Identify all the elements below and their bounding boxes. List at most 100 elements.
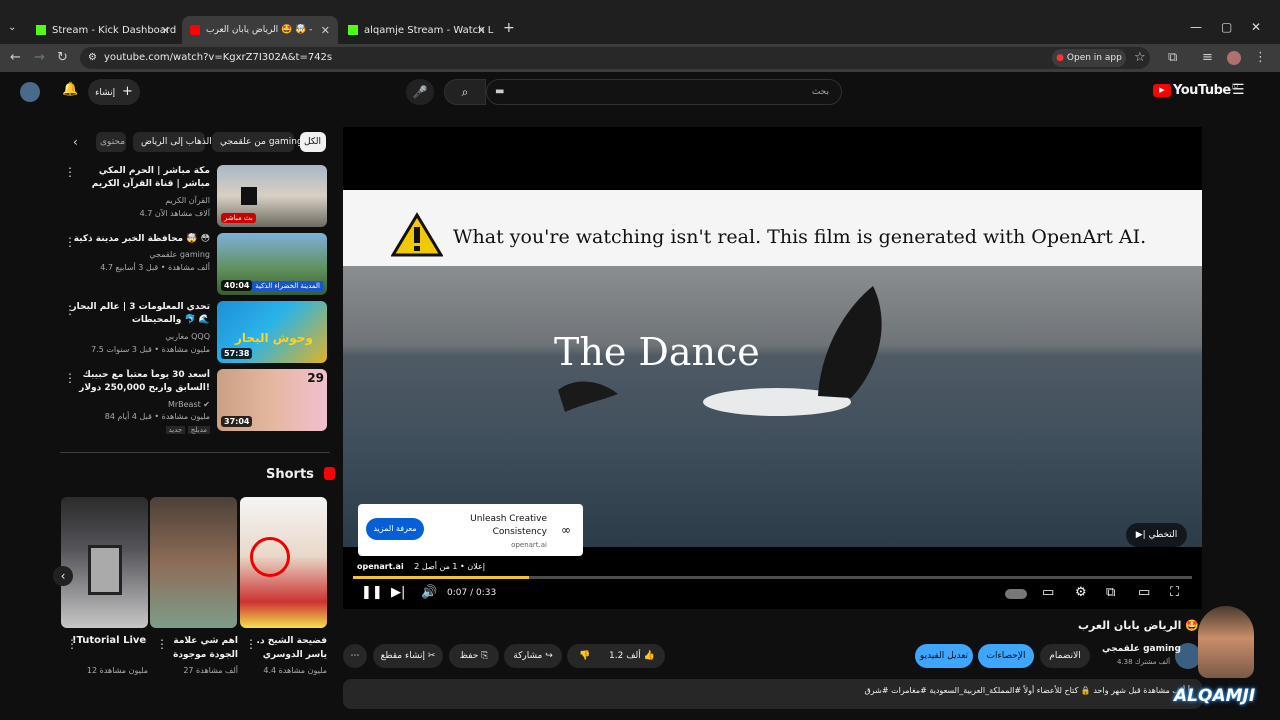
video-title: تحدي المعلومات 3 | عالم البحار والمحيطات… [71,302,210,325]
description-box[interactable]: أ ألف مشاهدة قبل شهر واحد 🔒 كتاح للأعضاء… [343,679,1202,709]
shorts-prev-icon[interactable]: ‹ [53,566,73,586]
channel-row: MrBeast ✔ [70,399,210,410]
save-button[interactable]: حفظ ⎘ [449,644,499,668]
skip-ad-button[interactable]: ▶| التخطي [1126,523,1187,547]
ad-domain-text[interactable]: openart.ai [357,562,404,571]
close-icon[interactable]: ✕ [321,24,330,37]
volume-icon[interactable]: 🔊 [421,585,437,600]
subscriber-count: 4.38 ألف مشترك [1117,658,1171,666]
skip-icon: ▶| [1135,530,1146,540]
shorts-heading: Shorts [266,467,336,482]
like-icon: 👍 [643,651,655,661]
scissors-icon: ✂ [427,651,436,661]
url-field[interactable]: ⚙ youtube.com/watch?v=KgxrZ7I302A&t=742s [80,47,1150,69]
video-thumbnail[interactable]: وحوش البحار 57:38 [217,301,327,363]
media-icon[interactable]: ≡ [1202,50,1213,65]
back-icon[interactable]: ← [10,50,21,65]
like-button[interactable]: 1.2 ألف 👍 [609,644,655,668]
short-thumbnail[interactable] [240,497,327,628]
youtube-logo[interactable]: ▶ YouTube JO [1153,83,1238,98]
share-label: مشاركة [513,651,543,661]
more-actions-button[interactable]: ⋯ [343,644,367,668]
ad-card[interactable]: معرفة المزيد Unleash Creative Consistenc… [358,504,583,556]
dislike-icon[interactable]: 👎 [579,644,590,668]
profile-avatar[interactable] [1227,51,1241,65]
new-tab-icon[interactable]: + [503,20,515,36]
autoplay-toggle[interactable] [1005,589,1027,599]
search-input[interactable]: بحث ▬ [486,79,842,105]
extensions-icon[interactable]: ⧉ [1168,50,1177,65]
pause-icon[interactable]: ❚❚ [361,585,383,600]
live-badge: بث مباشر [221,213,256,223]
kick-icon [348,25,358,35]
short-thumbnail[interactable] [61,497,148,628]
join-button[interactable]: الانضمام [1040,644,1090,668]
subtitles-icon[interactable]: ▭ [1042,585,1054,600]
more-horizontal-icon: ⋯ [350,651,360,661]
short-thumbnail[interactable] [150,497,237,628]
create-button[interactable]: إنشاء + [88,79,140,105]
video-meta: 84 مليون مشاهدة • قبل 4 أيام [104,412,210,421]
chip-label: الذهاب إلى الرياض [141,137,212,147]
tab-youtube[interactable]: الرياض يابان العرب 🤩 🤯 - ✕ [182,16,338,44]
chip-label: الكل [304,137,322,147]
description-meta: أ ألف مشاهدة قبل شهر واحد 🔒 كتاح للأعضاء… [864,686,1191,695]
chip-all[interactable]: الكل [300,132,326,152]
close-icon[interactable]: ✕ [161,24,170,37]
ai-warning-banner: What you're watching isn't real. This fi… [343,190,1202,266]
search-button[interactable]: ⌕ [444,79,486,105]
miniplayer-icon[interactable]: ⧉ [1106,585,1115,600]
fullscreen-icon[interactable]: ⛶ [1170,585,1179,600]
guide-menu-icon[interactable]: ☰ [1232,82,1245,98]
minimize-icon[interactable]: — [1190,20,1202,34]
close-window-icon[interactable]: ✕ [1251,20,1261,34]
settings-gear-icon[interactable]: ⚙ [1075,585,1087,600]
chevron-left-icon[interactable]: ‹ [73,135,78,149]
notifications-bell-icon[interactable]: 🔔 [62,82,78,97]
related-video[interactable]: المدينة الخضراء الذكية 40:04 ⋮ محافظة ال… [60,233,330,297]
save-label: حفظ [459,651,479,661]
site-info-icon[interactable]: ⚙ [88,47,97,69]
kick-icon [36,25,46,35]
search-icon: ⌕ [461,85,469,99]
tab-alqamje[interactable]: alqamje Stream - Watch Live o ✕ [340,18,494,42]
keyboard-icon[interactable]: ▬ [495,80,504,104]
forward-icon[interactable]: → [34,50,45,65]
browser-menu-icon[interactable]: ⋮ [1254,50,1267,65]
voice-search-button[interactable]: 🎤 [406,79,434,105]
skip-label: التخطي [1148,530,1178,540]
video-thumbnail[interactable]: المدينة الخضراء الذكية 40:04 [217,233,327,295]
reload-icon[interactable]: ↻ [57,50,68,65]
bookmark-star-icon[interactable]: ☆ [1134,50,1146,65]
streamer-watermark: ALQAMJI [1170,600,1280,720]
tab-kick[interactable]: Stream - Kick Dashboard ✕ [28,18,178,42]
video-title: أسعد 30 يوماً معتباً مع حبيبك السابق وار… [79,370,210,393]
edit-video-button[interactable]: تعديل الفيديو [915,644,973,668]
open-in-app-button[interactable]: ● Open in app [1052,49,1126,67]
tab-search-icon[interactable]: ⌄ [8,22,16,33]
next-icon[interactable]: ▶| [391,585,405,600]
video-player[interactable]: What you're watching isn't real. This fi… [343,127,1202,609]
progress-bar[interactable] [353,576,1192,579]
short-views: 12 مليون مشاهدة [86,666,148,675]
close-icon[interactable]: ✕ [477,24,486,37]
related-video[interactable]: 29 37:04 ⋮ أسعد 30 يوماً معتباً مع حبيبك… [60,369,330,434]
related-video[interactable]: وحوش البحار 57:38 ⋮ تحدي المعلومات 3 | ع… [60,301,330,365]
video-thumbnail[interactable]: بث مباشر [217,165,327,227]
video-frame[interactable]: What you're watching isn't real. This fi… [343,190,1202,547]
chip-riyadh[interactable]: الذهاب إلى الرياض [133,132,212,152]
theater-mode-icon[interactable]: ▭ [1138,585,1150,600]
chip-from-channel[interactable]: من علقمجي gaming [212,132,303,152]
video-thumbnail[interactable]: 29 37:04 [217,369,327,431]
streamer-avatar-shape [1198,606,1254,678]
clip-button[interactable]: إنشاء مقطع ✂ [373,644,443,668]
share-button[interactable]: مشاركة ↪ [504,644,562,668]
analytics-button[interactable]: الإحصاءات [978,644,1034,668]
phone-shape [88,545,122,595]
chip-content[interactable]: محتوى [96,132,126,152]
related-video[interactable]: بث مباشر ⋮ مكة مباشر | الحرم المكي مباشر… [60,165,330,229]
red-circle-shape [250,537,290,577]
account-avatar[interactable] [20,82,40,102]
learn-more-button[interactable]: معرفة المزيد [366,518,424,540]
maximize-icon[interactable]: ▢ [1221,20,1232,34]
